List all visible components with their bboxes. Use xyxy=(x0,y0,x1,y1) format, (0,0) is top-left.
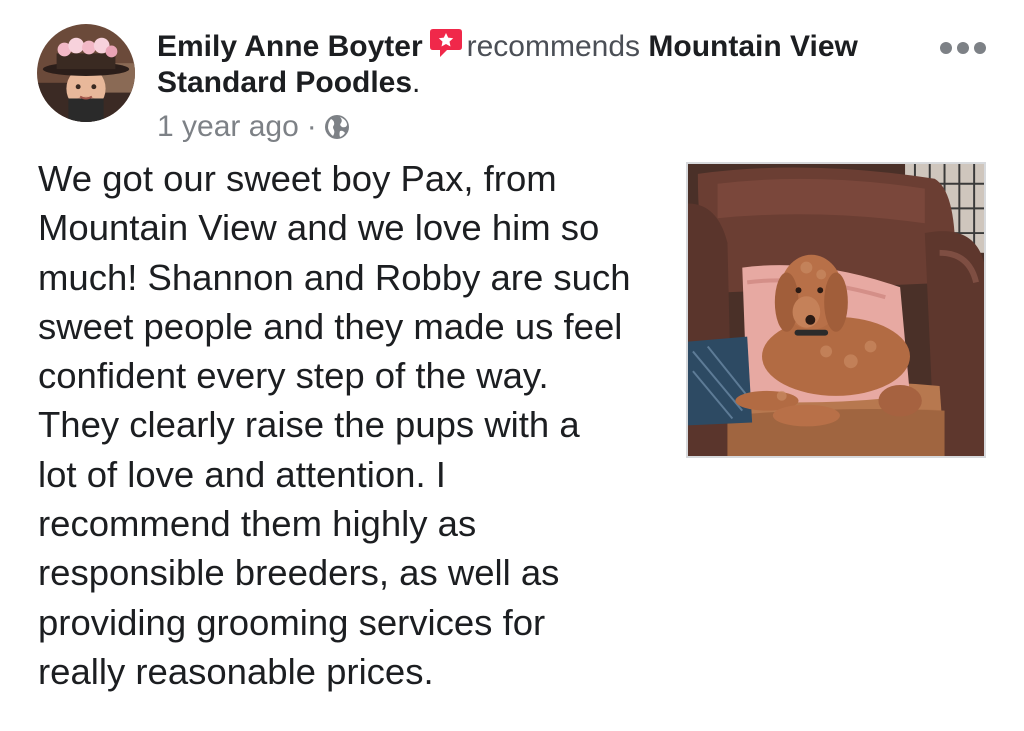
avatar-image xyxy=(37,24,135,122)
recommend-star-icon xyxy=(429,28,463,58)
post-timestamp[interactable]: 1 year ago xyxy=(157,110,299,143)
meta-separator: · xyxy=(306,110,317,143)
post-header: Emily Anne Boyter recommends Mountain Vi… xyxy=(157,28,897,101)
poodle-photo-image xyxy=(688,164,984,456)
more-options-icon[interactable] xyxy=(940,38,986,58)
post-photo[interactable] xyxy=(686,162,986,458)
header-punctuation: . xyxy=(412,66,421,99)
post-meta: 1 year ago · xyxy=(157,109,351,145)
author-avatar[interactable] xyxy=(37,24,135,122)
more-dot xyxy=(940,42,952,54)
more-dot xyxy=(974,42,986,54)
recommendation-verb: recommends xyxy=(466,30,641,63)
globe-icon[interactable] xyxy=(323,113,351,141)
author-name[interactable]: Emily Anne Boyter xyxy=(157,30,423,63)
review-text: We got our sweet boy Pax, from Mountain … xyxy=(38,158,631,692)
more-dot xyxy=(957,42,969,54)
